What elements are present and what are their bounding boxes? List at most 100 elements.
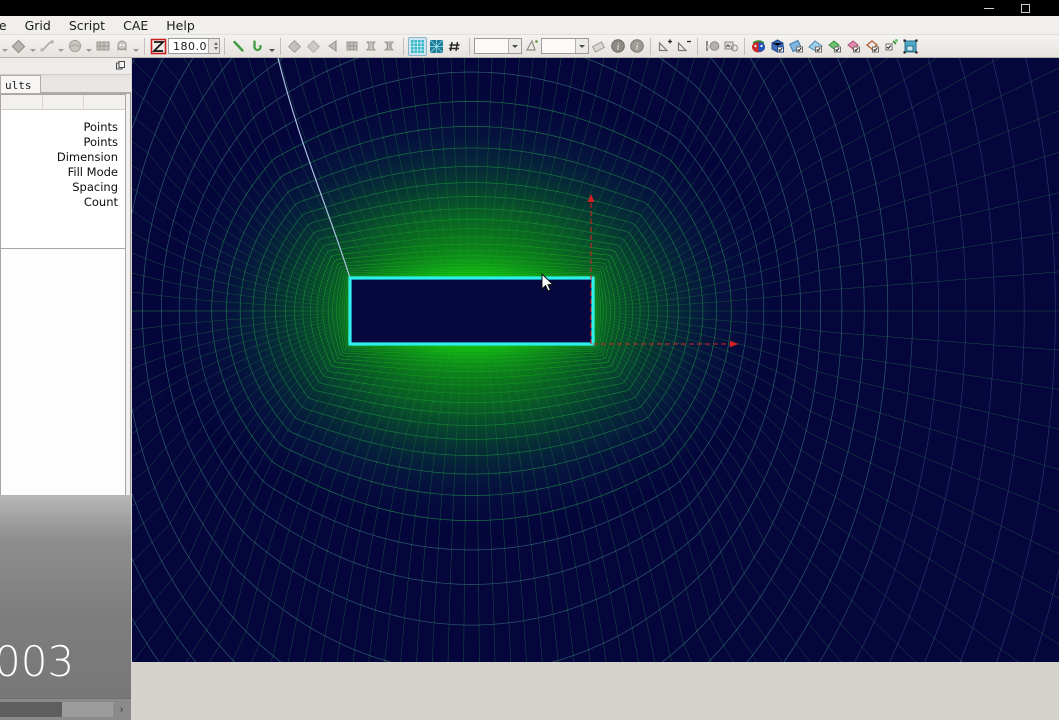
- green-layer-icon[interactable]: [825, 37, 844, 56]
- solid-icon[interactable]: [93, 37, 112, 56]
- extrude-sweep-icon[interactable]: [361, 37, 380, 56]
- menu-help[interactable]: Help: [157, 16, 204, 35]
- ghost-icon[interactable]: [112, 37, 131, 56]
- cube-view-icon[interactable]: [768, 37, 787, 56]
- col-header-1[interactable]: [1, 95, 42, 109]
- property-column-header: [1, 95, 125, 110]
- structured-grid-icon[interactable]: [408, 36, 427, 56]
- unstructured-grid-icon[interactable]: [427, 37, 446, 56]
- menu-cae[interactable]: CAE: [114, 16, 157, 35]
- main-toolbar: 180.0 i i: [0, 35, 1059, 58]
- image-capture-icon[interactable]: [901, 37, 920, 56]
- entity-type-combo[interactable]: [474, 38, 522, 54]
- menu-bar: te Grid Script CAE Help: [0, 16, 1059, 35]
- col-header-3[interactable]: [84, 95, 125, 109]
- curve-dropdown[interactable]: [56, 37, 65, 56]
- extrude-block-icon[interactable]: [342, 37, 361, 56]
- shade-view-icon[interactable]: [787, 37, 806, 56]
- zoom-in-icon[interactable]: [655, 37, 674, 56]
- window-minimize-button[interactable]: [971, 0, 1007, 16]
- property-label: Points: [83, 119, 118, 134]
- angle-value-text: 180.0: [173, 39, 207, 53]
- eraser-icon[interactable]: [589, 37, 608, 56]
- surface-icon[interactable]: [65, 37, 84, 56]
- property-label: Count: [83, 194, 118, 209]
- panel-big-value: 003: [0, 637, 75, 686]
- measure-icon[interactable]: [522, 37, 541, 56]
- toolbar-separator-7: [697, 37, 698, 55]
- tab-results-label: ults: [5, 79, 32, 92]
- toolbar-separator-2: [224, 37, 225, 55]
- tab-results[interactable]: ults: [0, 75, 41, 93]
- toolbar-separator-1: [144, 37, 145, 55]
- create-point-dropdown[interactable]: [0, 37, 9, 56]
- line-segment-icon[interactable]: [229, 37, 248, 56]
- panel-empty-area: [0, 249, 126, 495]
- menu-script[interactable]: Script: [60, 16, 114, 35]
- scroll-right-arrow-icon[interactable]: ›: [114, 702, 129, 717]
- menu-grid[interactable]: Grid: [16, 16, 60, 35]
- attribute-combo[interactable]: [541, 38, 589, 54]
- diamond-face-icon[interactable]: [285, 37, 304, 56]
- mesh-viewport[interactable]: [132, 58, 1059, 662]
- float-dock-icon[interactable]: [116, 61, 125, 70]
- toolbar-separator-3: [280, 37, 281, 55]
- menu-create[interactable]: te: [0, 16, 16, 35]
- extrude-left-icon[interactable]: [323, 37, 342, 56]
- color-mask-icon[interactable]: [749, 37, 768, 56]
- curve-type-dropdown[interactable]: [267, 37, 276, 56]
- property-label: Dimension: [56, 149, 118, 164]
- info-dark-icon[interactable]: i: [608, 37, 627, 56]
- plane-view-icon[interactable]: [806, 37, 825, 56]
- property-spacer: [1, 110, 125, 119]
- property-row[interactable]: Count: [1, 194, 125, 209]
- diamond-shape-dropdown[interactable]: [28, 37, 37, 56]
- spline-curve-icon[interactable]: [248, 37, 267, 56]
- attribute-combo-caret[interactable]: [575, 39, 588, 53]
- entity-combo-caret[interactable]: [508, 39, 521, 53]
- scrollbar-thumb[interactable]: [0, 702, 62, 717]
- mesh-render: [132, 58, 1059, 662]
- tab-strip-filler: [40, 78, 131, 93]
- node-layer-icon[interactable]: [882, 37, 901, 56]
- zoom-out-icon[interactable]: [674, 37, 693, 56]
- curve-icon[interactable]: [37, 37, 56, 56]
- grid-points-icon[interactable]: [446, 37, 465, 56]
- property-label: Points: [83, 134, 118, 149]
- light-sphere-icon[interactable]: [702, 37, 721, 56]
- property-row[interactable]: Points: [1, 134, 125, 149]
- spinner-up-icon: [214, 42, 218, 45]
- toolbar-separator-6: [650, 37, 651, 55]
- panel-horizontal-scrollbar[interactable]: ›: [0, 698, 131, 720]
- minimize-icon: [984, 7, 994, 9]
- property-row[interactable]: Fill Mode: [1, 164, 125, 179]
- property-row[interactable]: Dimension: [1, 149, 125, 164]
- left-dock-panel: ults Points Points Dimension Fill Mode S…: [0, 58, 131, 720]
- spinner-down-icon: [214, 47, 218, 50]
- panel-header: [0, 58, 131, 75]
- maximize-icon: [1020, 3, 1030, 13]
- extrude-revolve-icon[interactable]: [380, 37, 399, 56]
- ghost-dropdown[interactable]: [131, 37, 140, 56]
- property-row[interactable]: Spacing: [1, 179, 125, 194]
- surface-dropdown[interactable]: [84, 37, 93, 56]
- window-maximize-button[interactable]: [1007, 0, 1043, 16]
- render-mode-icon[interactable]: [721, 37, 740, 56]
- angle-spinner[interactable]: [208, 39, 219, 53]
- toolbar-separator-8: [744, 37, 745, 55]
- outline-layer-icon[interactable]: [863, 37, 882, 56]
- angle-value-input[interactable]: 180.0: [168, 38, 220, 54]
- diamond-face-dim-icon[interactable]: [304, 37, 323, 56]
- property-label: Spacing: [72, 179, 118, 194]
- block-fill[interactable]: [350, 278, 593, 344]
- window-title-bar: [0, 0, 1059, 16]
- diamond-shape-icon[interactable]: [9, 37, 28, 56]
- property-row[interactable]: Points: [1, 119, 125, 134]
- property-table: Points Points Dimension Fill Mode Spacin…: [0, 94, 126, 249]
- col-header-2[interactable]: [43, 95, 84, 109]
- toolbar-separator-5: [469, 37, 470, 55]
- pink-layer-icon[interactable]: [844, 37, 863, 56]
- angle-constraint-icon[interactable]: [149, 37, 168, 56]
- toolbar-separator-4: [403, 37, 404, 55]
- info-light-icon[interactable]: i: [627, 37, 646, 56]
